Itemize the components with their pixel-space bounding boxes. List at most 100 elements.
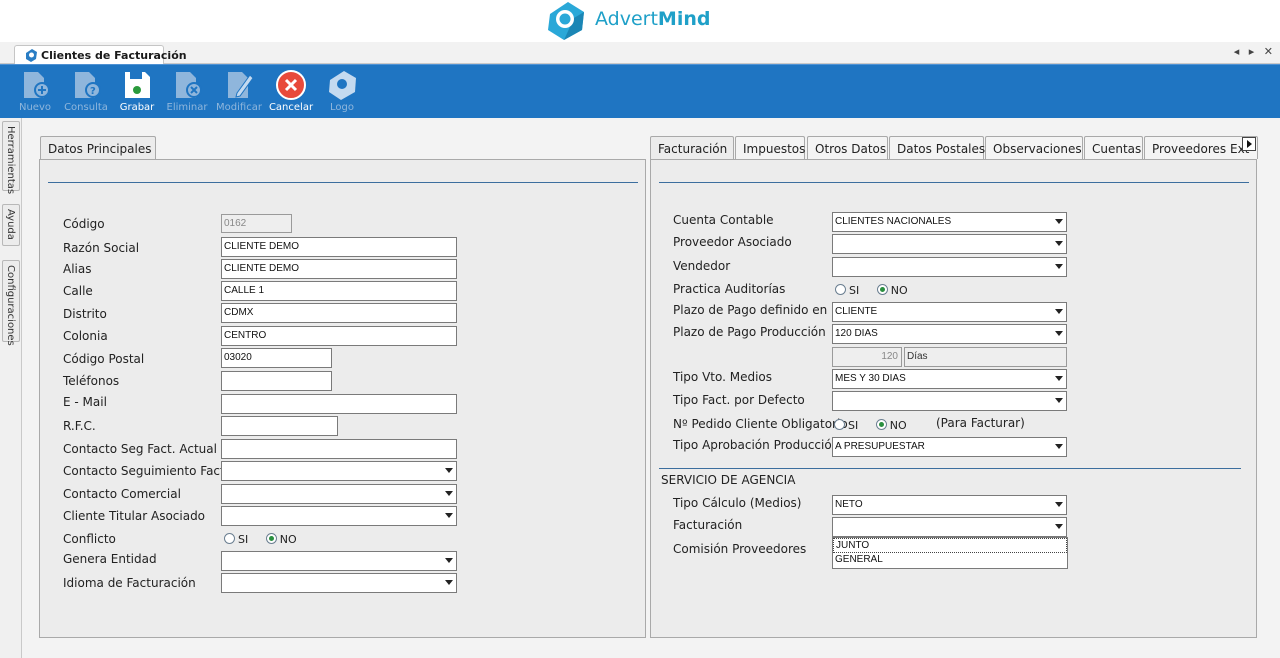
- idioma-label: Idioma de Facturación: [63, 576, 196, 590]
- document-tab-strip: Clientes de Facturación ◂ ▸ ✕: [0, 42, 1280, 65]
- grabar-button[interactable]: Grabar: [111, 69, 163, 117]
- side-tab-bar: Herramientas Ayuda Configuraciones: [0, 118, 22, 658]
- genera-entidad-select[interactable]: [221, 551, 457, 571]
- delete-document-icon: [176, 72, 202, 98]
- pedido-cliente-radio-group: SI NO: [834, 419, 921, 432]
- tipo-vto-medios-label: Tipo Vto. Medios: [673, 370, 773, 384]
- chevron-down-icon: [1055, 376, 1063, 381]
- document-nav-controls[interactable]: ◂ ▸ ✕: [1234, 45, 1276, 58]
- cuenta-contable-select[interactable]: CLIENTES NACIONALES: [832, 212, 1067, 232]
- codigo-label: Código: [63, 217, 105, 231]
- email-field[interactable]: [221, 394, 457, 414]
- tab-datos-postales[interactable]: Datos Postales: [889, 136, 985, 159]
- logo-button[interactable]: Logo: [316, 69, 368, 117]
- tipo-fact-defecto-label: Tipo Fact. por Defecto: [673, 393, 805, 407]
- contacto-comercial-select[interactable]: [221, 484, 457, 504]
- alias-field[interactable]: CLIENTE DEMO: [221, 259, 457, 279]
- telefonos-label: Teléfonos: [63, 374, 120, 388]
- section-divider: [659, 182, 1249, 183]
- svg-text:?: ?: [90, 86, 96, 97]
- colonia-field[interactable]: CENTRO: [221, 326, 457, 346]
- dropdown-option-general[interactable]: GENERAL: [833, 553, 1067, 568]
- codigo-postal-label: Código Postal: [63, 352, 145, 366]
- nuevo-button[interactable]: Nuevo: [9, 69, 61, 117]
- section-divider: [48, 182, 638, 183]
- tipo-calculo-select[interactable]: NETO: [832, 495, 1067, 515]
- tipo-aprobacion-select[interactable]: A PRESUPUESTAR: [832, 437, 1067, 457]
- side-tab-herramientas[interactable]: Herramientas: [2, 121, 20, 194]
- tab-facturacion[interactable]: Facturación: [650, 136, 734, 160]
- chevron-down-icon: [445, 580, 453, 585]
- app-icon: [26, 49, 37, 62]
- side-tab-ayuda[interactable]: Ayuda: [2, 204, 20, 246]
- pedido-si-radio[interactable]: [834, 419, 845, 430]
- facturacion-panel: Cuenta Contable CLIENTES NACIONALES Prov…: [650, 159, 1257, 638]
- tab-impuestos[interactable]: Impuestos: [735, 136, 805, 159]
- tipo-vto-medios-select[interactable]: MES Y 30 DIAS: [832, 369, 1067, 389]
- side-tab-configuraciones[interactable]: Configuraciones: [2, 260, 20, 346]
- document-tab-clientes[interactable]: Clientes de Facturación: [14, 45, 187, 65]
- proveedor-asociado-label: Proveedor Asociado: [673, 235, 792, 249]
- tab-proveedores-ext[interactable]: Proveedores Ext: [1144, 136, 1258, 159]
- plazo-pago-produccion-select[interactable]: 120 DIAS: [832, 324, 1067, 344]
- razon-social-label: Razón Social: [63, 241, 140, 255]
- plazo-pago-definido-select[interactable]: CLIENTE: [832, 302, 1067, 322]
- conflicto-si-radio[interactable]: [224, 533, 235, 544]
- rfc-label: R.F.C.: [63, 419, 96, 433]
- dias-number-field: 120: [832, 347, 902, 367]
- tab-cuentas[interactable]: Cuentas: [1084, 136, 1143, 159]
- proveedor-asociado-select[interactable]: [832, 234, 1067, 254]
- cliente-titular-select[interactable]: [221, 506, 457, 526]
- calle-field[interactable]: CALLE 1: [221, 281, 457, 301]
- facturacion-dropdown-list: JUNTO GENERAL: [832, 537, 1068, 569]
- chevron-down-icon: [1055, 398, 1063, 403]
- contacto-seguimiento-select[interactable]: [221, 461, 457, 481]
- cancel-icon: [276, 70, 306, 100]
- telefonos-field[interactable]: [221, 371, 332, 391]
- cuenta-contable-label: Cuenta Contable: [673, 213, 774, 227]
- tab-observaciones[interactable]: Observaciones: [985, 136, 1083, 159]
- auditorias-no-radio[interactable]: [876, 284, 888, 295]
- servicio-agencia-heading: SERVICIO DE AGENCIA: [661, 473, 796, 487]
- colonia-label: Colonia: [63, 329, 108, 343]
- comision-proveedores-label: Comisión Proveedores: [673, 542, 807, 556]
- eliminar-button[interactable]: Eliminar: [161, 69, 213, 117]
- vendedor-select[interactable]: [832, 257, 1067, 277]
- save-icon: [125, 72, 150, 98]
- brand-name: AdvertMind: [595, 8, 711, 30]
- tab-datos-principales[interactable]: Datos Principales: [40, 136, 156, 160]
- chevron-down-icon: [445, 491, 453, 496]
- advertmind-logo-icon: [548, 2, 584, 40]
- new-document-icon: [24, 72, 50, 98]
- chevron-down-icon: [1055, 524, 1063, 529]
- dias-unit-field: Días: [904, 347, 1067, 367]
- rfc-field[interactable]: [221, 416, 338, 436]
- chevron-down-icon: [1055, 444, 1063, 449]
- contacto-seg-actual-field[interactable]: [221, 439, 457, 459]
- practica-auditorias-label: Practica Auditorías: [673, 282, 786, 296]
- facturacion-select[interactable]: [832, 517, 1067, 537]
- pedido-no-radio[interactable]: [875, 419, 887, 430]
- razon-social-field[interactable]: CLIENTE DEMO: [221, 237, 457, 257]
- genera-entidad-label: Genera Entidad: [63, 552, 157, 566]
- conflicto-no-radio[interactable]: [265, 533, 277, 544]
- logo-icon: [329, 71, 356, 100]
- cliente-titular-label: Cliente Titular Asociado: [63, 509, 206, 523]
- tabs-scroll-right-button[interactable]: [1242, 137, 1256, 151]
- tipo-fact-defecto-select[interactable]: [832, 391, 1067, 411]
- idioma-select[interactable]: [221, 573, 457, 593]
- cancelar-button[interactable]: Cancelar: [265, 69, 317, 117]
- codigo-postal-field[interactable]: 03020: [221, 348, 332, 368]
- plazo-pago-produccion-label: Plazo de Pago Producción: [673, 325, 826, 339]
- tipo-calculo-label: Tipo Cálculo (Medios): [673, 496, 802, 510]
- edit-document-icon: [228, 72, 254, 98]
- dropdown-option-junto[interactable]: JUNTO: [833, 538, 1067, 553]
- consulta-button[interactable]: ? Consulta: [60, 69, 112, 117]
- auditorias-si-radio[interactable]: [835, 284, 846, 295]
- distrito-field[interactable]: CDMX: [221, 303, 457, 323]
- tab-otros-datos[interactable]: Otros Datos: [807, 136, 888, 159]
- section-divider: [659, 468, 1241, 469]
- toolbar: Nuevo ? Consulta Grabar Eliminar Modific…: [0, 64, 1280, 118]
- chevron-down-icon: [445, 558, 453, 563]
- modificar-button[interactable]: Modificar: [213, 69, 265, 117]
